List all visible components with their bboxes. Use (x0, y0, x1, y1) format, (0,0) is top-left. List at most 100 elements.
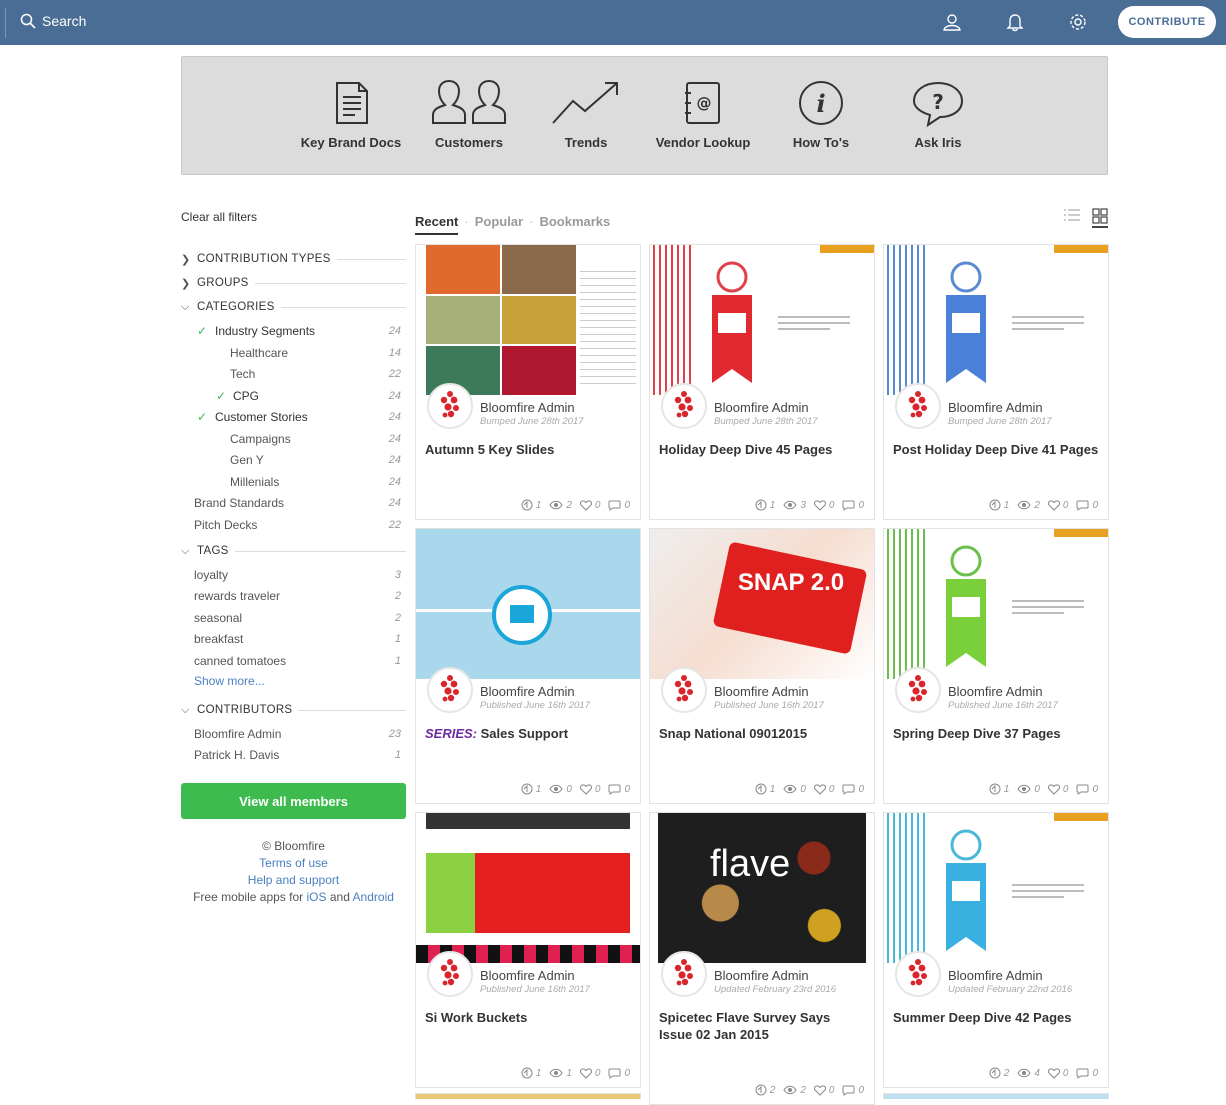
section-contribution-types[interactable]: ❯ CONTRIBUTION TYPES (181, 251, 406, 267)
content-card[interactable]: Bloomfire Admin Updated February 22nd 20… (883, 812, 1109, 1088)
stat-heart[interactable]: 0 (813, 784, 834, 795)
gear-icon[interactable] (1068, 12, 1088, 32)
avatar[interactable] (661, 951, 707, 997)
view-all-members-button[interactable]: View all members (181, 783, 406, 819)
card-thumbnail[interactable]: SNAP 2.0 (650, 529, 874, 679)
stat-heart[interactable]: 0 (813, 500, 834, 511)
stat-comment[interactable]: 0 (842, 500, 864, 511)
avatar[interactable] (661, 667, 707, 713)
section-tags[interactable]: ⌵ TAGS (181, 543, 406, 559)
stat-heart[interactable]: 0 (1047, 784, 1068, 795)
tag-item[interactable]: loyalty 3 (194, 567, 406, 583)
tag-item[interactable]: canned tomatoes 1 (194, 653, 406, 669)
user-icon[interactable] (942, 12, 962, 32)
grid-view-icon[interactable] (1092, 208, 1108, 228)
content-card[interactable]: Bloomfire Admin Bumped June 28th 2017 Ho… (649, 244, 875, 520)
android-link[interactable]: Android (353, 890, 394, 904)
stat-comment[interactable]: 0 (1076, 784, 1098, 795)
card-title[interactable]: Si Work Buckets (425, 1009, 633, 1026)
stat-comment[interactable]: 0 (608, 784, 630, 795)
card-title[interactable]: Spicetec Flave Survey Says Issue 02 Jan … (659, 1009, 867, 1043)
category-pitch-decks[interactable]: Pitch Decks 22 (194, 517, 406, 533)
category-customer-stories[interactable]: ✓ Customer Stories 24 (194, 409, 406, 425)
avatar[interactable] (427, 951, 473, 997)
section-contributors[interactable]: ⌵ CONTRIBUTORS (181, 702, 406, 718)
card-title[interactable]: Snap National 09012015 (659, 725, 867, 742)
help-link[interactable]: Help and support (181, 872, 406, 889)
card-author[interactable]: Bloomfire Admin (480, 968, 575, 983)
clear-filters-link[interactable]: Clear all filters (181, 210, 257, 224)
stat-comment[interactable]: 0 (1076, 500, 1098, 511)
content-card[interactable]: SNAP 2.0 Bloomfire Admin Published June … (649, 528, 875, 804)
card-thumbnail[interactable] (650, 245, 874, 395)
tag-item[interactable]: rewards traveler 2 (194, 588, 406, 604)
stat-comment[interactable]: 0 (608, 1068, 630, 1079)
card-thumbnail[interactable]: flave (650, 813, 874, 963)
quicklink-trends[interactable]: Trends (521, 79, 651, 150)
stat-heart[interactable]: 0 (1047, 1068, 1068, 1079)
stat-heart[interactable]: 0 (1047, 500, 1068, 511)
content-card[interactable]: Bloomfire Admin Bumped June 28th 2017 Au… (415, 244, 641, 520)
content-card[interactable]: Bloomfire Admin Published June 16th 2017… (415, 812, 641, 1088)
tab-recent[interactable]: Recent (415, 214, 459, 235)
section-groups[interactable]: ❯ GROUPS (181, 275, 406, 291)
category-millenials[interactable]: Millenials 24 (194, 474, 406, 490)
category-campaigns[interactable]: Campaigns 24 (194, 431, 406, 447)
card-thumbnail[interactable] (416, 245, 640, 395)
quicklink-ask-iris[interactable]: ? Ask Iris (873, 79, 1003, 150)
stat-comment[interactable]: 0 (608, 500, 630, 511)
card-author[interactable]: Bloomfire Admin (714, 400, 809, 415)
quicklink-vendor-lookup[interactable]: @ Vendor Lookup (638, 79, 768, 150)
card-title[interactable]: Post Holiday Deep Dive 41 Pages (893, 441, 1101, 458)
card-author[interactable]: Bloomfire Admin (948, 400, 1043, 415)
content-card[interactable]: flave Bloomfire Admin Updated February 2… (649, 812, 875, 1105)
section-categories[interactable]: ⌵ CATEGORIES (181, 299, 406, 315)
search-input[interactable]: Search (20, 13, 86, 29)
card-author[interactable]: Bloomfire Admin (714, 968, 809, 983)
quicklink-key-brand-docs[interactable]: Key Brand Docs (286, 79, 416, 150)
card-author[interactable]: Bloomfire Admin (480, 400, 575, 415)
content-card[interactable]: Bloomfire Admin Published June 16th 2017… (883, 528, 1109, 804)
tag-item[interactable]: breakfast 1 (194, 631, 406, 647)
category-cpg[interactable]: ✓ CPG 24 (194, 388, 406, 404)
category-brand-standards[interactable]: Brand Standards 24 (194, 495, 406, 511)
card-title[interactable]: Summer Deep Dive 42 Pages (893, 1009, 1101, 1026)
avatar[interactable] (427, 667, 473, 713)
content-card[interactable]: Bloomfire Admin Bumped June 28th 2017 Po… (883, 244, 1109, 520)
card-thumbnail[interactable] (884, 529, 1108, 679)
stat-heart[interactable]: 0 (579, 1068, 600, 1079)
card-title[interactable]: Autumn 5 Key Slides (425, 441, 633, 458)
content-card[interactable]: Bloomfire Admin Published June 16th 2017… (415, 528, 641, 804)
terms-link[interactable]: Terms of use (181, 855, 406, 872)
card-author[interactable]: Bloomfire Admin (714, 684, 809, 699)
stat-heart[interactable]: 0 (813, 1085, 834, 1096)
card-author[interactable]: Bloomfire Admin (948, 968, 1043, 983)
avatar[interactable] (895, 667, 941, 713)
contributor-item[interactable]: Bloomfire Admin 23 (194, 726, 406, 742)
ios-link[interactable]: iOS (306, 890, 326, 904)
bell-icon[interactable] (1005, 12, 1025, 32)
avatar[interactable] (895, 951, 941, 997)
stat-comment[interactable]: 0 (842, 1085, 864, 1096)
quicklink-customers[interactable]: Customers (404, 79, 534, 150)
card-author[interactable]: Bloomfire Admin (480, 684, 575, 699)
contribute-button[interactable]: CONTRIBUTE (1118, 6, 1216, 38)
stat-comment[interactable]: 0 (842, 784, 864, 795)
list-view-icon[interactable] (1064, 208, 1080, 222)
avatar[interactable] (895, 383, 941, 429)
card-thumbnail[interactable] (416, 813, 640, 963)
contributor-item[interactable]: Patrick H. Davis 1 (194, 747, 406, 763)
tab-bookmarks[interactable]: Bookmarks (539, 214, 610, 229)
avatar[interactable] (661, 383, 707, 429)
card-author[interactable]: Bloomfire Admin (948, 684, 1043, 699)
stat-heart[interactable]: 0 (579, 784, 600, 795)
card-thumbnail[interactable] (884, 813, 1108, 963)
show-more-tags-link[interactable]: Show more... (194, 674, 265, 688)
stat-heart[interactable]: 0 (579, 500, 600, 511)
stat-comment[interactable]: 0 (1076, 1068, 1098, 1079)
card-thumbnail[interactable] (884, 245, 1108, 395)
category-gen-y[interactable]: Gen Y 24 (194, 452, 406, 468)
avatar[interactable] (427, 383, 473, 429)
card-title[interactable]: SERIES: Sales Support (425, 725, 633, 742)
tag-item[interactable]: seasonal 2 (194, 610, 406, 626)
